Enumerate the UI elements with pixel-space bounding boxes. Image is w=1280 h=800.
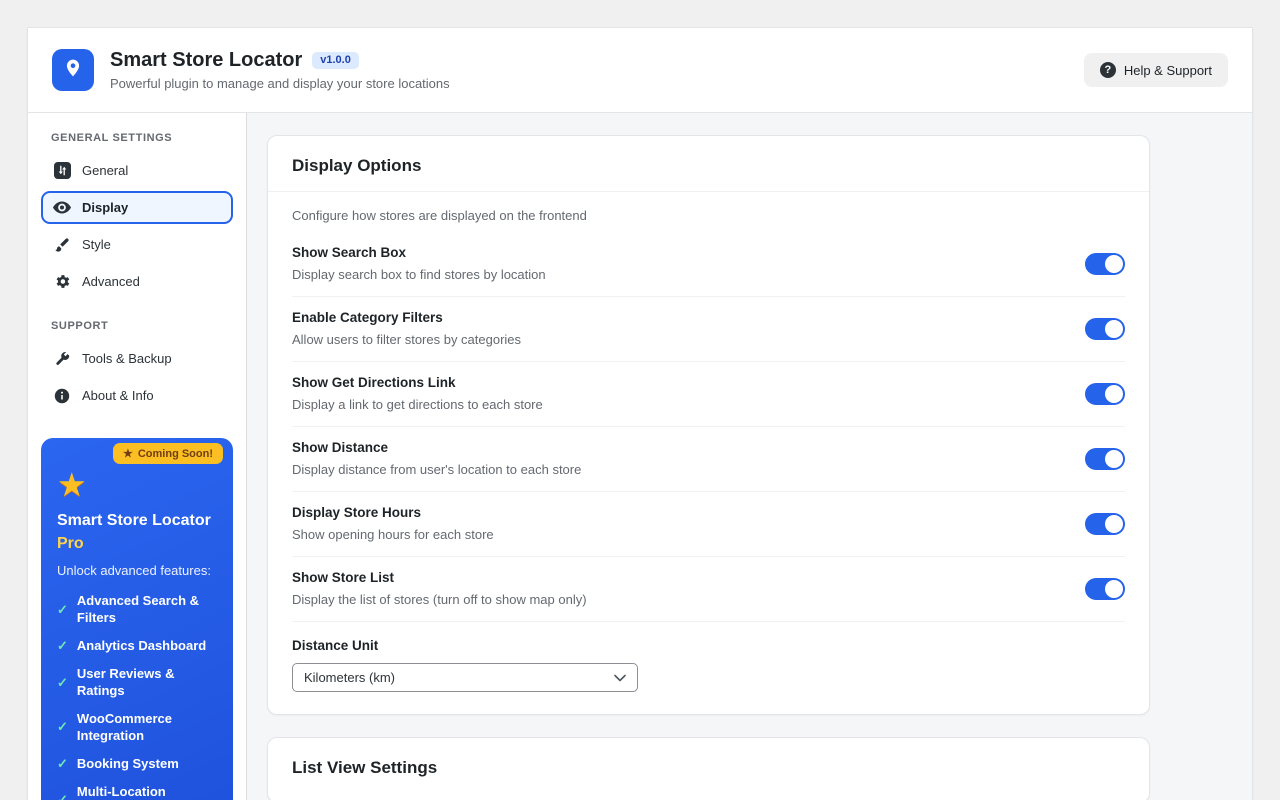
card-title: Display Options bbox=[292, 156, 422, 175]
sidebar-item-label: Advanced bbox=[82, 274, 140, 289]
sliders-icon bbox=[53, 162, 71, 179]
wrench-icon bbox=[53, 351, 71, 367]
setting-row-show-store-list: Show Store List Display the list of stor… bbox=[292, 557, 1125, 622]
settings-content: Display Options Configure how stores are… bbox=[247, 113, 1252, 800]
pro-feature-item: ✓ Multi-Location Management bbox=[57, 784, 217, 800]
pro-feature-item: ✓ Analytics Dashboard bbox=[57, 638, 217, 655]
sidebar-section-support: Support bbox=[51, 320, 109, 332]
setting-label: Show Get Directions Link bbox=[292, 375, 456, 390]
pro-feature-item: ✓ WooCommerce Integration bbox=[57, 711, 217, 745]
setting-description: Display a link to get directions to each… bbox=[292, 397, 543, 412]
big-star-icon: ★ bbox=[57, 466, 87, 503]
toggle-show-search-box[interactable] bbox=[1085, 252, 1125, 275]
pro-feature-label: Analytics Dashboard bbox=[76, 638, 207, 654]
setting-row-show-distance: Show Distance Display distance from user… bbox=[292, 427, 1125, 492]
sidebar-item-label: General bbox=[82, 163, 129, 178]
card-title: List View Settings bbox=[292, 758, 438, 777]
setting-description: Display search box to find stores by loc… bbox=[292, 267, 546, 282]
setting-description: Show opening hours for each store bbox=[292, 527, 494, 542]
pro-feature-item: ✓ Advanced Search & Filters bbox=[57, 593, 217, 627]
card-description: Configure how stores are displayed on th… bbox=[292, 208, 587, 223]
setting-row-display-store-hours: Display Store Hours Show opening hours f… bbox=[292, 492, 1125, 557]
pro-upsell-card: ★ Coming Soon! ★ Smart Store Locator Pro… bbox=[41, 438, 233, 800]
pro-feature-label: Multi-Location Management bbox=[76, 783, 166, 799]
distance-unit-label: Distance Unit bbox=[292, 638, 379, 653]
setting-label: Enable Category Filters bbox=[292, 310, 443, 325]
setting-label: Show Search Box bbox=[292, 245, 407, 260]
pro-feature-item: ✓ Booking System bbox=[57, 756, 217, 773]
distance-unit-select[interactable]: Kilometers (km) bbox=[292, 663, 638, 692]
page-subtitle: Powerful plugin to manage and display yo… bbox=[110, 76, 450, 91]
sidebar-item-general[interactable]: General bbox=[41, 154, 233, 187]
paintbrush-icon bbox=[53, 237, 71, 253]
distance-unit-value: Kilometers (km) bbox=[304, 670, 396, 685]
sidebar-item-display[interactable]: Display bbox=[41, 191, 233, 224]
pro-card-subtitle: Unlock advanced features: bbox=[57, 563, 211, 579]
map-pin-icon bbox=[63, 58, 83, 83]
setting-row-enable-category-filters: Enable Category Filters Allow users to f… bbox=[292, 297, 1125, 362]
info-icon bbox=[53, 388, 71, 404]
sidebar-item-advanced[interactable]: Advanced bbox=[41, 265, 233, 298]
check-icon: ✓ bbox=[57, 638, 68, 654]
help-support-label: Help & Support bbox=[1123, 62, 1212, 78]
check-icon: ✓ bbox=[57, 601, 68, 617]
setting-row-show-search-box: Show Search Box Display search box to fi… bbox=[292, 232, 1125, 297]
page-header: Smart Store Locator v1.0.0 Powerful plug… bbox=[28, 28, 1252, 113]
plugin-logo bbox=[52, 49, 94, 91]
pro-feature-label: WooCommerce Integration bbox=[76, 710, 173, 743]
toggle-show-get-directions-link[interactable] bbox=[1085, 382, 1125, 405]
setting-label: Display Store Hours bbox=[292, 505, 422, 520]
coming-soon-badge: ★ Coming Soon! bbox=[112, 443, 223, 464]
sidebar-item-tools-backup[interactable]: Tools & Backup bbox=[41, 342, 233, 375]
check-icon: ✓ bbox=[57, 755, 68, 771]
check-icon: ✓ bbox=[57, 791, 68, 800]
page-title: Smart Store Locator bbox=[110, 49, 303, 71]
sidebar-item-about-info[interactable]: About & Info bbox=[41, 379, 233, 412]
pro-card-title-highlight: Pro bbox=[57, 535, 84, 552]
help-support-button[interactable]: ? Help & Support bbox=[1083, 53, 1228, 87]
pro-feature-label: User Reviews & Ratings bbox=[76, 666, 175, 698]
question-mark-icon: ? bbox=[1099, 62, 1116, 78]
setting-description: Allow users to filter stores by categori… bbox=[292, 332, 522, 347]
setting-description: Display distance from user's location to… bbox=[292, 462, 582, 477]
sidebar-item-label: Style bbox=[82, 237, 111, 252]
star-icon: ★ bbox=[122, 448, 133, 460]
toggle-show-store-list[interactable] bbox=[1085, 577, 1125, 600]
setting-description: Display the list of stores (turn off to … bbox=[292, 592, 587, 607]
toggle-show-distance[interactable] bbox=[1085, 447, 1125, 470]
plugin-admin-page: Smart Store Locator v1.0.0 Powerful plug… bbox=[27, 27, 1253, 800]
setting-label: Show Distance bbox=[292, 440, 389, 455]
sidebar-section-general-settings: General Settings bbox=[51, 132, 173, 144]
setting-row-show-get-directions-link: Show Get Directions Link Display a link … bbox=[292, 362, 1125, 427]
display-options-card: Display Options Configure how stores are… bbox=[267, 135, 1150, 715]
sidebar-item-style[interactable]: Style bbox=[41, 228, 233, 261]
setting-label: Show Store List bbox=[292, 570, 395, 585]
chevron-down-icon bbox=[614, 670, 626, 685]
pro-feature-label: Booking System bbox=[76, 755, 179, 771]
sidebar-item-label: Tools & Backup bbox=[82, 351, 172, 366]
list-view-settings-card: List View Settings bbox=[267, 737, 1150, 800]
pro-feature-label: Advanced Search & Filters bbox=[76, 593, 200, 626]
coming-soon-label: Coming Soon! bbox=[137, 447, 213, 460]
check-icon: ✓ bbox=[57, 674, 68, 690]
toggle-display-store-hours[interactable] bbox=[1085, 512, 1125, 535]
eye-icon bbox=[53, 201, 71, 214]
version-badge: v1.0.0 bbox=[312, 51, 359, 69]
check-icon: ✓ bbox=[57, 719, 68, 735]
gear-icon bbox=[53, 273, 71, 290]
sidebar-item-label: Display bbox=[82, 200, 129, 215]
toggle-enable-category-filters[interactable] bbox=[1085, 317, 1125, 340]
pro-feature-item: ✓ User Reviews & Ratings bbox=[57, 666, 217, 700]
pro-card-title: Smart Store Locator bbox=[57, 512, 211, 529]
sidebar-item-label: About & Info bbox=[82, 388, 154, 403]
settings-sidebar: General Settings General Display Style bbox=[28, 113, 247, 800]
